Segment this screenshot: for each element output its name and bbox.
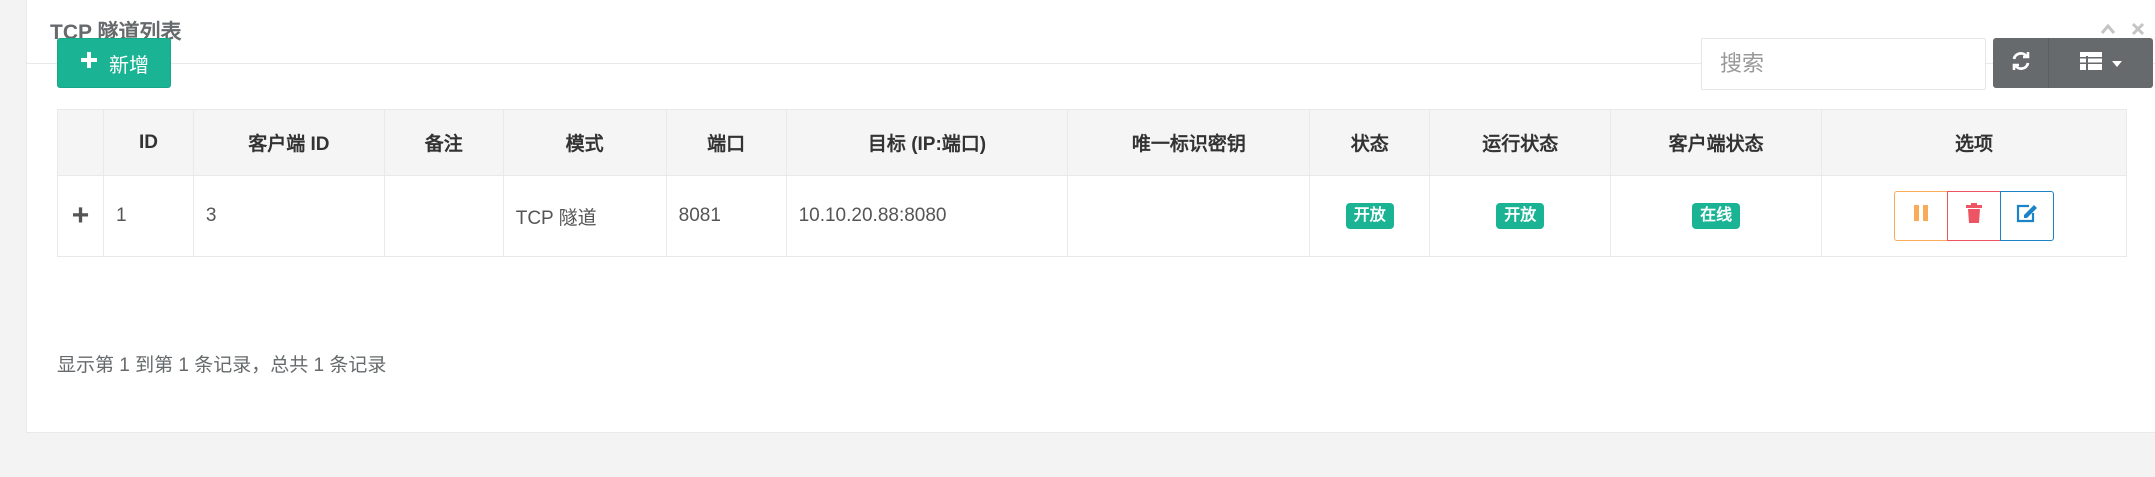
- trash-icon: [1966, 203, 1983, 229]
- tcp-tunnel-panel: TCP 隧道列表 新增 搜索 ID 客户端 ID 备注 模式 端口 目标 (IP…: [26, 0, 2155, 433]
- cell-port: 8081: [665, 175, 787, 257]
- column-header-client-id[interactable]: 客户端 ID: [192, 109, 385, 176]
- search-input[interactable]: [1701, 38, 1986, 90]
- pause-button[interactable]: [1894, 191, 1949, 241]
- refresh-button[interactable]: [1993, 38, 2049, 88]
- cell-options: [1821, 175, 2127, 257]
- add-button-label: 新增: [109, 54, 149, 77]
- table-header-row: ID 客户端 ID 备注 模式 端口 目标 (IP:端口) 唯一标识密钥 状态 …: [57, 109, 2127, 176]
- cell-run-status: 开放: [1429, 175, 1612, 257]
- run-status-badge: 开放: [1496, 203, 1545, 229]
- column-header-run-status[interactable]: 运行状态: [1429, 109, 1612, 176]
- cell-id: 1: [102, 175, 194, 257]
- edit-button[interactable]: [2000, 191, 2055, 241]
- client-status-badge: 在线: [1692, 203, 1741, 229]
- table-row: + 1 3 TCP 隧道 8081 10.10.20.88:8080 开放 开放…: [57, 175, 2127, 257]
- cell-client-status: 在线: [1610, 175, 1823, 257]
- status-badge: 开放: [1345, 203, 1394, 229]
- row-actions: [1894, 191, 2055, 241]
- table-toolbar-buttons: [1993, 38, 2153, 88]
- pause-icon: [1913, 204, 1929, 228]
- column-header-key[interactable]: 唯一标识密钥: [1067, 109, 1311, 176]
- cell-client-id: 3: [192, 175, 385, 257]
- columns-button[interactable]: [2049, 38, 2153, 88]
- column-header-remark[interactable]: 备注: [383, 109, 504, 176]
- column-header-status[interactable]: 状态: [1309, 109, 1431, 176]
- column-header-target[interactable]: 目标 (IP:端口): [785, 109, 1069, 176]
- cell-remark: [383, 175, 504, 257]
- cell-key: [1067, 175, 1311, 257]
- delete-button[interactable]: [1947, 191, 2002, 241]
- column-header-expand: [57, 109, 104, 176]
- expand-row-button[interactable]: +: [57, 175, 104, 257]
- edit-icon: [2016, 203, 2038, 229]
- add-button[interactable]: 新增: [57, 38, 171, 88]
- pagination-info: 显示第 1 到第 1 条记录，总共 1 条记录: [57, 355, 387, 376]
- column-header-options: 选项: [1821, 109, 2127, 176]
- refresh-icon: [2010, 50, 2032, 77]
- cell-mode: TCP 隧道: [502, 175, 667, 257]
- column-header-mode[interactable]: 模式: [502, 109, 667, 176]
- column-header-port[interactable]: 端口: [665, 109, 787, 176]
- column-header-id[interactable]: ID: [102, 109, 194, 176]
- cell-status: 开放: [1309, 175, 1431, 257]
- cell-target: 10.10.20.88:8080: [785, 175, 1069, 257]
- caret-down-icon: [2112, 54, 2122, 72]
- columns-icon: [2080, 51, 2102, 75]
- column-header-client-status[interactable]: 客户端状态: [1610, 109, 1823, 176]
- tunnel-table: ID 客户端 ID 备注 模式 端口 目标 (IP:端口) 唯一标识密钥 状态 …: [57, 109, 2127, 257]
- plus-icon: [79, 50, 99, 76]
